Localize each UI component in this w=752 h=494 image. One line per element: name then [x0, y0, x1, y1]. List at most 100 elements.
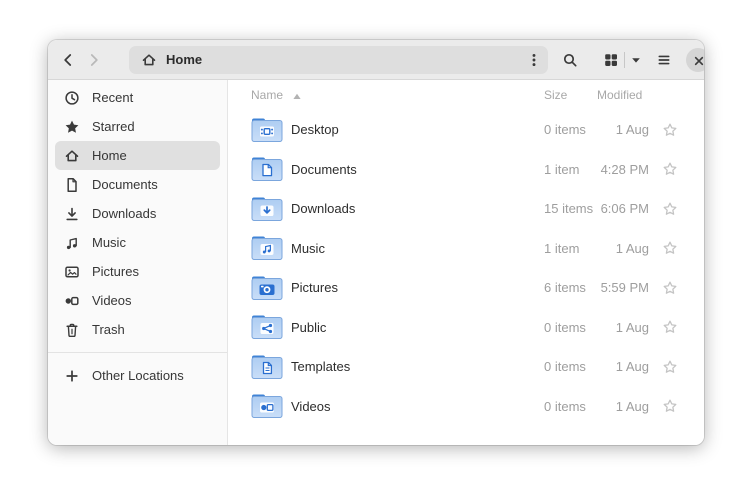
file-row-documents[interactable]: Documents1 item4:28 PM [228, 150, 704, 190]
star-toggle-button[interactable] [649, 319, 691, 335]
sidebar: Recent Starred Home Documents Downloads Music… [48, 80, 228, 445]
file-modified: 4:28 PM [594, 162, 649, 177]
sidebar-item-label: Home [92, 148, 127, 163]
sidebar-item-label: Pictures [92, 264, 139, 279]
kebab-menu-icon [526, 52, 542, 68]
sidebar-item-documents[interactable]: Documents [55, 170, 220, 199]
sidebar-item-label: Music [92, 235, 126, 250]
home-icon [64, 148, 80, 164]
file-size: 15 items [544, 201, 594, 216]
view-options-button[interactable] [625, 47, 647, 73]
sidebar-item-other-locations[interactable]: Other Locations [55, 361, 220, 390]
file-modified: 1 Aug [594, 359, 649, 374]
file-modified: 5:59 PM [594, 280, 649, 295]
star-toggle-button[interactable] [649, 240, 691, 256]
back-button[interactable] [55, 47, 81, 73]
file-size: 0 items [544, 399, 594, 414]
folder-icon-music-emblem [251, 235, 283, 261]
grid-view-button[interactable] [598, 47, 624, 73]
sidebar-item-label: Trash [92, 322, 125, 337]
picture-icon [64, 264, 80, 280]
file-modified: 1 Aug [594, 399, 649, 414]
file-modified: 1 Aug [594, 122, 649, 137]
file-rows: Desktop0 items1 AugDocuments1 item4:28 P… [228, 110, 704, 426]
sidebar-item-label: Documents [92, 177, 158, 192]
star-toggle-button[interactable] [649, 359, 691, 375]
folder-icon-camera-emblem [251, 275, 283, 301]
folder-icon-video-emblem [251, 393, 283, 419]
file-row-templates[interactable]: Templates0 items1 Aug [228, 347, 704, 387]
file-row-public[interactable]: Public0 items1 Aug [228, 308, 704, 348]
star-toggle-button[interactable] [649, 398, 691, 414]
star-toggle-button[interactable] [649, 201, 691, 217]
file-row-downloads[interactable]: Downloads15 items6:06 PM [228, 189, 704, 229]
folder-icon-download-emblem [251, 196, 283, 222]
sidebar-item-label: Downloads [92, 206, 156, 221]
document-icon [64, 177, 80, 193]
file-modified: 1 Aug [594, 320, 649, 335]
star-outline-icon [662, 122, 678, 138]
sidebar-item-home[interactable]: Home [55, 141, 220, 170]
video-icon [64, 293, 80, 309]
star-toggle-button[interactable] [649, 122, 691, 138]
star-outline-icon [662, 280, 678, 296]
sidebar-item-trash[interactable]: Trash [55, 315, 220, 344]
music-icon [64, 235, 80, 251]
star-outline-icon [662, 359, 678, 375]
file-size: 0 items [544, 320, 594, 335]
file-modified: 1 Aug [594, 241, 649, 256]
file-name: Documents [291, 162, 544, 177]
close-icon [691, 53, 704, 67]
sidebar-item-starred[interactable]: Starred [55, 112, 220, 141]
sidebar-separator [48, 352, 227, 353]
download-icon [64, 206, 80, 222]
search-icon [562, 52, 578, 68]
column-header-modified[interactable]: Modified [594, 88, 649, 102]
column-header-name[interactable]: Name [251, 88, 544, 102]
sidebar-item-downloads[interactable]: Downloads [55, 199, 220, 228]
column-headers: Name Size Modified [228, 84, 704, 105]
files-window: Home Recent Starred Home Documents Downloads [48, 40, 704, 445]
sidebar-item-music[interactable]: Music [55, 228, 220, 257]
caret-down-icon [628, 52, 644, 68]
file-row-desktop[interactable]: Desktop0 items1 Aug [228, 110, 704, 150]
star-outline-icon [662, 201, 678, 217]
sidebar-item-recent[interactable]: Recent [55, 83, 220, 112]
search-button[interactable] [557, 47, 583, 73]
file-name: Public [291, 320, 544, 335]
star-toggle-button[interactable] [649, 280, 691, 296]
grid-view-icon [603, 52, 619, 68]
folder-icon-desktop-emblem [251, 117, 283, 143]
sort-ascending-icon [289, 89, 301, 101]
file-modified: 6:06 PM [594, 201, 649, 216]
file-list-pane: Name Size Modified Desktop0 items1 AugDo… [228, 80, 704, 445]
forward-button[interactable] [81, 47, 107, 73]
column-header-size[interactable]: Size [544, 88, 594, 102]
file-name: Downloads [291, 201, 544, 216]
file-size: 1 item [544, 162, 594, 177]
sidebar-item-pictures[interactable]: Pictures [55, 257, 220, 286]
folder-icon-share-emblem [251, 314, 283, 340]
star-toggle-button[interactable] [649, 161, 691, 177]
clock-icon [64, 90, 80, 106]
path-bar[interactable]: Home [129, 46, 548, 74]
plus-icon [64, 368, 80, 384]
current-location-label: Home [166, 52, 522, 67]
view-switcher [598, 47, 647, 73]
hamburger-menu-icon [656, 52, 672, 68]
file-row-music[interactable]: Music1 item1 Aug [228, 229, 704, 269]
trash-icon [64, 322, 80, 338]
chevron-right-icon [86, 52, 102, 68]
file-row-pictures[interactable]: Pictures6 items5:59 PM [228, 268, 704, 308]
close-window-button[interactable] [686, 48, 704, 72]
sidebar-places-list: Recent Starred Home Documents Downloads Music… [48, 83, 227, 344]
file-row-videos[interactable]: Videos0 items1 Aug [228, 387, 704, 427]
sidebar-item-label: Recent [92, 90, 133, 105]
main-menu-button[interactable] [651, 47, 677, 73]
star-icon [64, 119, 80, 135]
chevron-left-icon [60, 52, 76, 68]
star-outline-icon [662, 398, 678, 414]
star-outline-icon [662, 240, 678, 256]
location-options-button[interactable] [522, 48, 546, 72]
sidebar-item-videos[interactable]: Videos [55, 286, 220, 315]
